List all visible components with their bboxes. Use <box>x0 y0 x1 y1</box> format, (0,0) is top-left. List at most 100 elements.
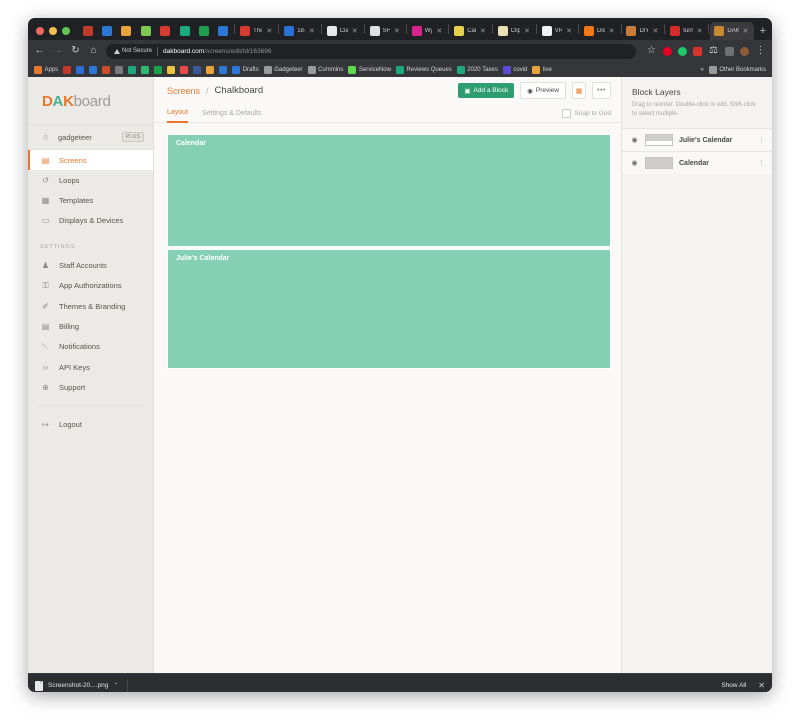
preview-button[interactable]: ◉ Preview <box>520 82 566 99</box>
pinned-tab[interactable] <box>117 22 136 40</box>
bookmark-item[interactable]: live <box>532 66 552 74</box>
user-row[interactable]: ☃ gadgeteer PLUS <box>28 124 153 150</box>
sidebar-item-loops[interactable]: ↺Loops <box>28 170 153 190</box>
chrome-menu-icon[interactable]: ⋮ <box>755 46 766 56</box>
bookmark-item[interactable] <box>141 66 149 74</box>
save-icon[interactable]: ▦ <box>572 82 586 99</box>
red-extension-icon[interactable] <box>693 47 702 56</box>
close-tab-icon[interactable]: ✕ <box>309 27 315 35</box>
snap-to-grid-toggle[interactable]: Snap to Grid <box>562 109 612 118</box>
add-block-button[interactable]: ▣ Add a Block <box>458 83 514 98</box>
back-icon[interactable]: ← <box>34 46 45 56</box>
eye-icon[interactable]: ◉ <box>630 136 639 144</box>
browser-tab[interactable]: SH✕ <box>366 22 405 40</box>
other-bookmarks-folder[interactable]: Other Bookmarks <box>709 66 766 74</box>
bookmark-item[interactable]: Drafts <box>232 66 259 74</box>
drag-handle-icon[interactable]: ⋮ <box>758 136 765 144</box>
eye-icon[interactable]: ◉ <box>630 159 639 167</box>
bookmark-item[interactable] <box>115 66 123 74</box>
layout-block[interactable]: Julie's Calendar <box>167 249 611 369</box>
sidebar-item-logout[interactable]: ↦ Logout <box>28 414 153 434</box>
bookmarks-overflow-icon[interactable]: » <box>700 67 703 73</box>
sidebar-item-staff-accounts[interactable]: ♟Staff Accounts <box>28 255 153 275</box>
download-item[interactable]: Screenshot-20....png ⌃ <box>35 681 118 691</box>
bookmark-item[interactable] <box>154 66 162 74</box>
home-icon[interactable]: ⌂ <box>88 46 99 56</box>
close-tab-icon[interactable]: ✕ <box>743 27 749 35</box>
close-downloads-bar-icon[interactable]: ✕ <box>752 681 765 690</box>
breadcrumb-parent[interactable]: Screens <box>167 86 200 96</box>
browser-tab[interactable]: The✕ <box>236 22 277 40</box>
sidebar-item-screens[interactable]: ▤Screens <box>28 150 153 170</box>
sidebar-item-themes-branding[interactable]: ✐Themes & Branding <box>28 296 153 316</box>
bookmark-item[interactable] <box>167 66 175 74</box>
snap-to-grid-checkbox[interactable] <box>562 109 571 118</box>
browser-tab[interactable]: Wy✕ <box>408 22 447 40</box>
sidebar-item-support[interactable]: ⊕Support <box>28 377 153 397</box>
bookmark-item[interactable]: 2020 Taxes <box>457 66 498 74</box>
browser-tab[interactable]: 18-✕ <box>280 22 320 40</box>
pinned-tab[interactable] <box>136 22 155 40</box>
cast-icon[interactable] <box>725 47 734 56</box>
green-circle-icon[interactable] <box>678 47 687 56</box>
sidebar-item-billing[interactable]: ▤Billing <box>28 316 153 336</box>
browser-tab[interactable]: DAK✕ <box>710 22 753 40</box>
browser-tab[interactable]: turn✕ <box>666 22 707 40</box>
extensions-icon[interactable]: ⚖ <box>708 46 719 56</box>
bookmark-item[interactable]: Reviews Queues <box>396 66 452 74</box>
tab-layout[interactable]: Layout <box>167 103 188 123</box>
browser-tab[interactable]: DIY✕ <box>622 22 663 40</box>
close-tab-icon[interactable]: ✕ <box>352 27 358 35</box>
bookmark-item[interactable] <box>89 66 97 74</box>
star-icon[interactable]: ☆ <box>646 46 657 56</box>
close-tab-icon[interactable]: ✕ <box>652 27 658 35</box>
bookmark-item[interactable]: covid <box>503 66 528 74</box>
bookmark-item[interactable]: Cummins <box>308 66 344 74</box>
drag-handle-icon[interactable]: ⋮ <box>758 159 765 167</box>
profile-avatar[interactable] <box>740 47 749 56</box>
security-indicator[interactable]: Not Secure <box>114 48 152 54</box>
browser-tab[interactable]: Cla✕ <box>323 22 363 40</box>
layer-row[interactable]: ◉Julie's Calendar⋮ <box>622 128 772 151</box>
bookmark-item[interactable] <box>180 66 188 74</box>
bookmark-item[interactable] <box>206 66 214 74</box>
pinned-tab[interactable] <box>194 22 213 40</box>
browser-tab[interactable]: Car✕ <box>450 22 491 40</box>
pinned-tab[interactable] <box>214 22 233 40</box>
sidebar-item-templates[interactable]: ▦Templates <box>28 190 153 210</box>
layer-row[interactable]: ◉Calendar⋮ <box>622 151 772 174</box>
close-tab-icon[interactable]: ✕ <box>480 27 486 35</box>
sidebar-item-displays-devices[interactable]: ▭Displays & Devices <box>28 210 153 230</box>
tab-settings-defaults[interactable]: Settings & Defaults <box>202 104 262 122</box>
pinned-tab[interactable] <box>156 22 175 40</box>
sidebar-item-api-keys[interactable]: ‹›API Keys <box>28 357 153 377</box>
bookmark-item[interactable]: ServiceNow <box>348 66 391 74</box>
pinned-tab[interactable] <box>175 22 194 40</box>
close-tab-icon[interactable]: ✕ <box>394 27 400 35</box>
close-tab-icon[interactable]: ✕ <box>524 27 530 35</box>
show-all-downloads-button[interactable]: Show All <box>721 682 746 689</box>
browser-tab[interactable]: Dis✕ <box>580 22 620 40</box>
bookmark-item[interactable]: Gadgeteer <box>264 66 303 74</box>
forward-icon[interactable]: → <box>52 46 63 56</box>
dakboard-logo[interactable]: DAKboard <box>28 77 153 124</box>
close-tab-icon[interactable]: ✕ <box>609 27 615 35</box>
bookmark-item[interactable] <box>63 66 71 74</box>
bookmark-item[interactable] <box>128 66 136 74</box>
bookmark-item[interactable] <box>193 66 201 74</box>
layout-block[interactable]: Calendar <box>167 134 611 247</box>
address-bar[interactable]: Not Secure dakboard.com/screens/edit/id/… <box>106 44 636 59</box>
close-tab-icon[interactable]: ✕ <box>697 27 703 35</box>
pinterest-icon[interactable] <box>663 47 672 56</box>
new-tab-button[interactable]: + <box>754 26 772 40</box>
close-window-button[interactable] <box>36 27 44 35</box>
browser-tab[interactable]: Clip✕ <box>494 22 535 40</box>
pinned-tab[interactable] <box>78 22 97 40</box>
close-tab-icon[interactable]: ✕ <box>266 27 272 35</box>
more-options-button[interactable]: ••• <box>592 82 611 99</box>
pinned-tab[interactable] <box>97 22 116 40</box>
bookmark-item[interactable]: Apps <box>34 66 58 74</box>
bookmark-item[interactable] <box>102 66 110 74</box>
sidebar-item-notifications[interactable]: ␇Notifications <box>28 336 153 357</box>
browser-tab[interactable]: VR✕ <box>538 22 577 40</box>
